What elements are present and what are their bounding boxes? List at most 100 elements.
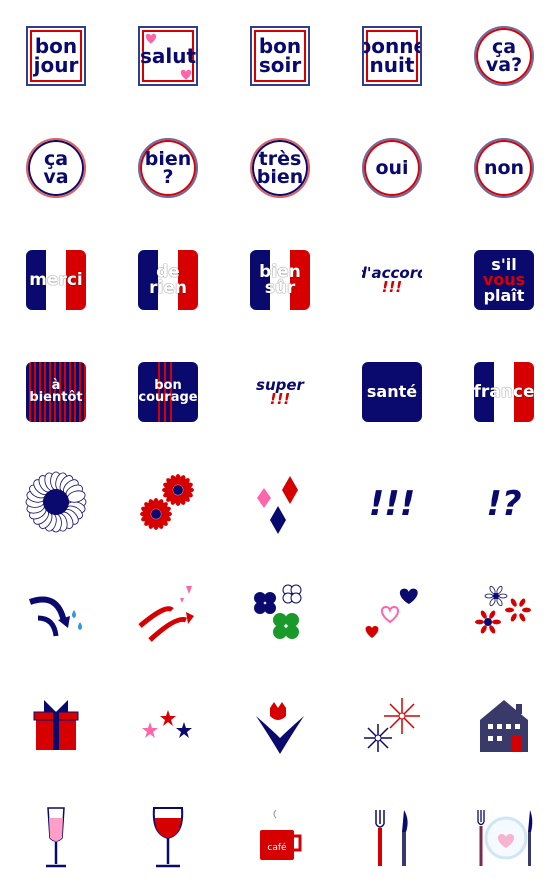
sticker-bonjour: bon jour: [26, 26, 86, 86]
sticker-biensûr: bien sûr: [250, 250, 310, 310]
arrow-drops-icon: [24, 582, 88, 650]
sticker-text: sûr: [264, 278, 296, 298]
arrow-sparkles-icon: [136, 582, 200, 650]
sticker-text: santé: [366, 382, 418, 402]
red-flowers-icon: [136, 470, 200, 538]
sticker-cell[interactable]: ça va: [0, 112, 112, 224]
sticker-cell[interactable]: bien sûr: [224, 224, 336, 336]
sticker-cell[interactable]: oui: [336, 112, 448, 224]
sticker-text: merci: [29, 269, 83, 290]
sticker-cell[interactable]: [336, 784, 448, 896]
flowers-icon: [472, 582, 536, 650]
sticker-super!!!: super!!!: [250, 362, 310, 422]
sticker-text: non: [483, 156, 525, 179]
sticker-salut: salut: [138, 26, 198, 86]
sticker-cell[interactable]: super!!!: [224, 336, 336, 448]
sticker-text: bien: [256, 166, 304, 188]
sticker-france: france: [474, 362, 534, 422]
sticker-daccord!!!: d'accord!!!: [362, 250, 422, 310]
fork-knife-icon: [360, 806, 424, 874]
sticker-cell[interactable]: à bientôt: [0, 336, 112, 448]
sticker-cell[interactable]: de rien: [112, 224, 224, 336]
house-icon: [472, 694, 536, 762]
clovers-icon: [248, 582, 312, 650]
sticker-cell[interactable]: bon courage: [112, 336, 224, 448]
hearts-icon: [360, 582, 424, 650]
sticker-text: courage: [138, 390, 198, 405]
sticker-cell[interactable]: [0, 448, 112, 560]
sticker-text: nuit: [369, 53, 415, 77]
diamonds-icon: [248, 470, 312, 538]
sticker-derien: de rien: [138, 250, 198, 310]
sticker-text: jour: [33, 53, 79, 77]
sticker-text: va?: [485, 54, 523, 76]
sticker-cell[interactable]: café: [224, 784, 336, 896]
sticker-text: plaît: [483, 285, 525, 305]
sticker-cell[interactable]: non: [448, 112, 560, 224]
sticker-cell[interactable]: merci: [0, 224, 112, 336]
sticker-text: rien: [149, 278, 187, 298]
cafe-label: café: [267, 842, 287, 853]
heart-icon: [145, 33, 157, 44]
sticker-cell[interactable]: [0, 560, 112, 672]
sticker-cell[interactable]: [448, 672, 560, 784]
sticker-text: !!!: [381, 278, 403, 296]
sticker-trèsbien: très bien: [250, 138, 310, 198]
sticker-cell[interactable]: [0, 672, 112, 784]
sticker-cell[interactable]: [112, 448, 224, 560]
sticker-cell[interactable]: !!!: [336, 448, 448, 560]
sparkles-icon: [360, 694, 424, 762]
sticker-cell[interactable]: bon jour: [0, 0, 112, 112]
sticker-oui: oui: [362, 138, 422, 198]
tulip-icon: [248, 694, 312, 762]
sticker-cell[interactable]: [112, 560, 224, 672]
sticker-cell[interactable]: [224, 448, 336, 560]
sticker-text: !!!: [269, 390, 291, 408]
sticker-text: oui: [375, 156, 409, 179]
gift-icon: [24, 694, 88, 762]
sticker-cell[interactable]: salut: [112, 0, 224, 112]
sticker-bonsoir: bon soir: [250, 26, 310, 86]
sticker-cell[interactable]: très bien: [224, 112, 336, 224]
sticker-cell[interactable]: france: [448, 336, 560, 448]
sticker-text: va: [43, 166, 69, 188]
sticker-cell[interactable]: s'il vous plaît: [448, 224, 560, 336]
sticker-cell[interactable]: bon soir: [224, 0, 336, 112]
sticker-cell[interactable]: [224, 672, 336, 784]
sticker-text: bientôt: [29, 390, 83, 405]
sticker-çava: ça va: [26, 138, 86, 198]
sticker-text: !?: [486, 483, 522, 524]
sticker-cell[interactable]: bien?: [112, 112, 224, 224]
sticker-cell[interactable]: bonnenuit: [336, 0, 448, 112]
sticker-boncourage: bon courage: [138, 362, 198, 422]
wine-glass-icon: [136, 806, 200, 874]
sticker-text: france: [474, 381, 534, 402]
sticker-cell[interactable]: [336, 672, 448, 784]
sticker-text: salut: [139, 43, 197, 68]
sticker-cell[interactable]: [336, 560, 448, 672]
sticker-cell[interactable]: [0, 784, 112, 896]
sticker-cell[interactable]: [112, 672, 224, 784]
fork-knife-heart-plate-icon: [472, 806, 536, 874]
sunflower-icon: [24, 470, 88, 538]
champagne-glass-icon: [24, 806, 88, 874]
sticker-bonnenuit: bonnenuit: [362, 26, 422, 86]
stars-icon: [136, 694, 200, 762]
sticker-cell[interactable]: [224, 560, 336, 672]
sticker-text: ?: [162, 166, 174, 188]
sticker-cell[interactable]: d'accord!!!: [336, 224, 448, 336]
sticker-cell[interactable]: !?: [448, 448, 560, 560]
sticker-çava?: ça va?: [474, 26, 534, 86]
sticker-silvousplaît: s'il vous plaît: [474, 250, 534, 310]
sticker-àbientôt: à bientôt: [26, 362, 86, 422]
sticker-cell[interactable]: [112, 784, 224, 896]
sticker-bien?: bien?: [138, 138, 198, 198]
sticker-cell[interactable]: [448, 560, 560, 672]
sticker-santé: santé: [362, 362, 422, 422]
sticker-cell[interactable]: santé: [336, 336, 448, 448]
sticker-merci: merci: [26, 250, 86, 310]
sticker-cell[interactable]: [448, 784, 560, 896]
sticker-!?: !?: [474, 474, 534, 534]
cafe-cup-icon: café: [248, 806, 312, 874]
sticker-cell[interactable]: ça va?: [448, 0, 560, 112]
